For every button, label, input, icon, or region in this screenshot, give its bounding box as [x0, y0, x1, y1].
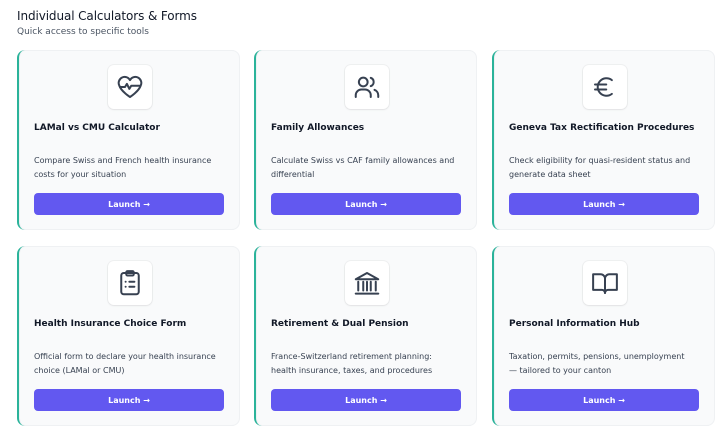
section-title: Individual Calculators & Forms [17, 9, 197, 23]
launch-button[interactable]: Launch → [34, 193, 224, 215]
card-description: France-Switzerland retirement planning: … [271, 352, 433, 375]
tool-card-family-allowances: Family Allowances Calculate Swiss vs CAF… [254, 50, 477, 230]
tool-card-lamal-cmu: LAMal vs CMU Calculator Compare Swiss an… [17, 50, 240, 230]
card-title: Personal Information Hub [509, 319, 640, 329]
launch-button[interactable]: Launch → [34, 389, 224, 411]
card-title: Family Allowances [271, 123, 365, 133]
section-header: Individual Calculators & Forms Quick acc… [17, 9, 197, 38]
card-description: Compare Swiss and French health insuranc… [34, 156, 212, 179]
bank-building-icon [345, 261, 389, 305]
card-title: Geneva Tax Rectification Procedures [509, 123, 695, 133]
card-description: Calculate Swiss vs CAF family allowances… [271, 156, 455, 179]
card-title: Retirement & Dual Pension [271, 319, 409, 329]
launch-button[interactable]: Launch → [271, 389, 461, 411]
card-description: Official form to declare your health ins… [34, 352, 216, 375]
card-description: Check eligibility for quasi-resident sta… [509, 156, 691, 179]
tools-grid: LAMal vs CMU Calculator Compare Swiss an… [17, 50, 716, 430]
heart-pulse-icon [108, 65, 152, 109]
tool-card-retirement: Retirement & Dual Pension France-Switzer… [254, 246, 477, 426]
euro-icon [583, 65, 627, 109]
card-description: Taxation, permits, pensions, unemploymen… [509, 352, 685, 375]
tool-card-personal-info-hub: Personal Information Hub Taxation, permi… [492, 246, 715, 426]
card-title: LAMal vs CMU Calculator [34, 123, 160, 133]
launch-button[interactable]: Launch → [509, 193, 699, 215]
launch-button[interactable]: Launch → [271, 193, 461, 215]
section-subtitle: Quick access to specific tools [17, 27, 149, 37]
launch-button[interactable]: Launch → [509, 389, 699, 411]
book-open-icon [583, 261, 627, 305]
tool-card-geneva-tax: Geneva Tax Rectification Procedures Chec… [492, 50, 715, 230]
users-icon [345, 65, 389, 109]
card-title: Health Insurance Choice Form [34, 319, 187, 329]
tool-card-health-insurance-form: Health Insurance Choice Form Official fo… [17, 246, 240, 426]
clipboard-list-icon [108, 261, 152, 305]
